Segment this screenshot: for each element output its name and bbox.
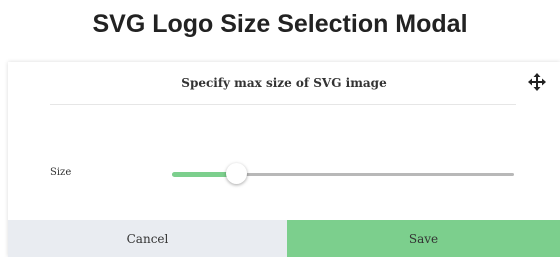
size-selection-modal: Specify max size of SVG image Size Cance… — [8, 62, 560, 257]
modal-title: Specify max size of SVG image — [181, 76, 387, 90]
page-title: SVG Logo Size Selection Modal — [92, 10, 468, 38]
header-divider — [50, 104, 516, 105]
move-icon[interactable] — [528, 73, 546, 91]
modal-header: Specify max size of SVG image — [8, 62, 560, 106]
size-label: Size — [50, 167, 72, 178]
save-button[interactable]: Save — [287, 220, 560, 257]
modal-footer: Cancel Save — [8, 220, 560, 257]
cancel-button[interactable]: Cancel — [8, 220, 287, 257]
size-slider[interactable] — [172, 162, 514, 186]
slider-thumb[interactable] — [225, 163, 247, 184]
